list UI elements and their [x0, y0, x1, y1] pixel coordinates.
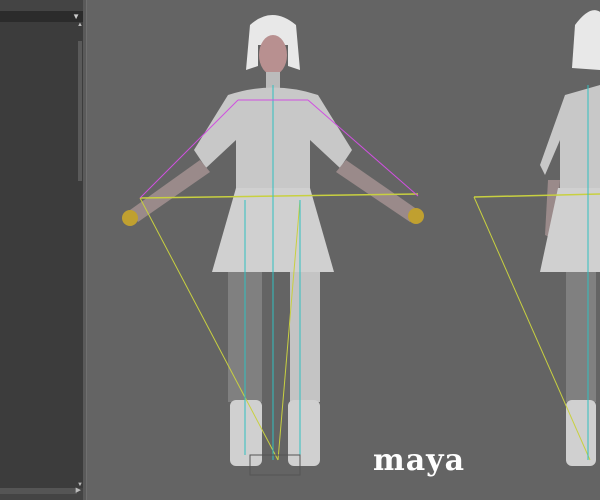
character-rig [122, 10, 600, 476]
character-model-1 [122, 15, 424, 476]
maya-logo: maya [373, 443, 466, 478]
character-model-2 [473, 10, 600, 466]
